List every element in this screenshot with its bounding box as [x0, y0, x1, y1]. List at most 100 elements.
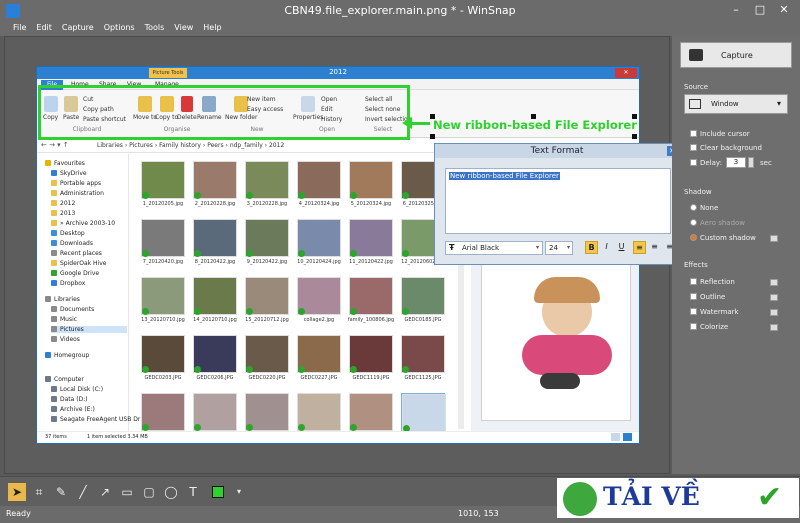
sync-check-icon — [298, 366, 305, 373]
reflection-settings-button[interactable] — [770, 279, 778, 286]
sync-check-icon — [402, 366, 409, 373]
resize-handle[interactable] — [632, 134, 637, 139]
crop-tool-icon[interactable]: ⌗ — [30, 483, 48, 501]
outline-settings-button[interactable] — [770, 294, 778, 301]
menu-edit[interactable]: Edit — [31, 22, 57, 33]
nav-item: Administration — [51, 190, 104, 197]
align-center-icon[interactable]: ≡ — [648, 241, 661, 254]
outline-checkbox[interactable]: Outline — [690, 293, 725, 301]
nav-item: Desktop — [51, 230, 85, 237]
font-select[interactable]: Ŧ Arial Black ▾ — [445, 241, 543, 255]
green-highlight-rectangle[interactable] — [38, 85, 410, 140]
watermark-settings-button[interactable] — [770, 309, 778, 316]
thumbnail-caption: GEDC1125.JPG — [404, 375, 442, 381]
sync-check-icon — [298, 192, 305, 199]
arrow-tool-icon[interactable]: ↗ — [96, 483, 114, 501]
cursor-coordinates: 1010, 153 — [458, 509, 499, 518]
chevron-down-icon: ▾ — [535, 244, 539, 251]
resize-handle[interactable] — [430, 114, 435, 119]
ellipse-tool-icon[interactable]: ◯ — [162, 483, 180, 501]
details-view-icon — [611, 433, 620, 441]
shadow-label: Shadow — [684, 188, 712, 196]
arrow-line — [410, 122, 430, 125]
taive-watermark-logo: TẢI VỀ ✔ — [557, 478, 799, 518]
capture-label: Capture — [721, 51, 753, 60]
include-cursor-checkbox[interactable]: ✓ Include cursor — [690, 130, 750, 139]
clear-background-checkbox[interactable]: ✓ Clear background — [690, 144, 762, 153]
rectangle-tool-icon[interactable]: ▭ — [118, 483, 136, 501]
sync-check-icon — [142, 250, 149, 257]
thumbnail-item: 1_20120205.jpg — [141, 161, 185, 209]
text-format-textarea[interactable]: New ribbon-based File Explorer — [445, 168, 671, 234]
resize-handle[interactable] — [531, 114, 536, 119]
thumbnail-item: GEDC0220.JPG — [245, 335, 289, 383]
color-swatch[interactable] — [212, 486, 224, 498]
window-icon — [689, 99, 701, 109]
shadow-aero-radio[interactable]: Aero shadow — [690, 219, 745, 227]
menu-bar: File Edit Capture Options Tools View Help — [0, 22, 800, 36]
font-size-value: 24 — [549, 244, 558, 252]
nav-item-icon — [51, 210, 57, 216]
thumbnail-item: 11_20120422.jpg — [349, 219, 393, 267]
capture-button[interactable]: Capture — [680, 42, 792, 68]
rounded-rectangle-tool-icon[interactable]: ▢ — [140, 483, 158, 501]
watermark-checkbox[interactable]: Watermark — [690, 308, 739, 316]
chevron-down-icon: ▾ — [566, 244, 570, 251]
menu-tools[interactable]: Tools — [140, 22, 170, 33]
radio-icon — [690, 219, 697, 226]
nav-item-icon — [51, 170, 57, 176]
chevron-down-icon: ▾ — [776, 99, 781, 108]
thumbnail-caption: 14_20120710.jpg — [193, 317, 237, 323]
thumbnail-caption: GEDC0220.JPG — [248, 375, 286, 381]
more-options-icon[interactable]: ▾ — [230, 483, 248, 501]
sync-check-icon — [350, 250, 357, 257]
minimize-button[interactable]: – — [724, 2, 748, 18]
text-tool-icon[interactable]: T — [184, 483, 202, 501]
close-button[interactable]: ✕ — [772, 2, 796, 18]
menu-capture[interactable]: Capture — [57, 22, 99, 33]
sync-check-icon — [350, 308, 357, 315]
menu-view[interactable]: View — [169, 22, 198, 33]
sync-check-icon — [402, 308, 409, 315]
callout-text[interactable]: New ribbon-based File Explorer — [433, 118, 637, 132]
thumbnail-item: GEDC1119.JPG — [349, 335, 393, 383]
shadow-settings-button[interactable] — [770, 235, 778, 242]
checkbox-icon — [690, 278, 697, 285]
maximize-button[interactable]: □ — [748, 2, 772, 18]
menu-options[interactable]: Options — [99, 22, 140, 33]
thumbnail-item: GEDC1125.JPG — [401, 335, 445, 383]
shadow-none-radio[interactable]: None — [690, 204, 718, 212]
sync-check-icon — [402, 250, 409, 257]
resize-handle[interactable] — [632, 114, 637, 119]
colorize-settings-button[interactable] — [770, 324, 778, 331]
delay-spinner[interactable] — [748, 157, 754, 168]
delay-unit: sec — [760, 159, 772, 167]
thumbnail-item: family_100806.jpg — [348, 277, 394, 325]
source-select[interactable]: Window ▾ — [684, 94, 788, 114]
pen-tool-icon[interactable]: ✎ — [52, 483, 70, 501]
underline-button[interactable]: U — [615, 241, 628, 254]
thumbnail-item: 15_20120712.jpg — [245, 277, 289, 325]
colorize-checkbox[interactable]: Colorize — [690, 323, 728, 331]
reflection-checkbox[interactable]: Reflection — [690, 278, 735, 286]
thumbnail-caption: family_100806.jpg — [347, 317, 395, 323]
nav-item: Favourites — [45, 160, 85, 167]
delay-checkbox[interactable]: Delay: — [690, 159, 722, 167]
font-size-select[interactable]: 24 ▾ — [545, 241, 573, 255]
nav-item-icon — [51, 306, 57, 312]
line-tool-icon[interactable]: ╱ — [74, 483, 92, 501]
nav-item-icon — [51, 386, 57, 392]
sync-check-icon — [350, 424, 357, 431]
thumbnail-caption: 2_20120228.jpg — [194, 201, 236, 207]
align-left-icon[interactable]: ≡ — [633, 241, 646, 254]
shadow-custom-radio[interactable]: Custom shadow — [690, 234, 756, 242]
pointer-tool-icon[interactable]: ➤ — [8, 483, 26, 501]
italic-button[interactable]: I — [600, 241, 613, 254]
menu-file[interactable]: File — [8, 22, 31, 33]
delay-input[interactable]: 3 — [726, 157, 746, 168]
checkbox-icon — [690, 323, 697, 330]
bold-button[interactable]: B — [585, 241, 598, 254]
menu-help[interactable]: Help — [198, 22, 226, 33]
resize-handle[interactable] — [430, 134, 435, 139]
nav-item-icon — [51, 396, 57, 402]
